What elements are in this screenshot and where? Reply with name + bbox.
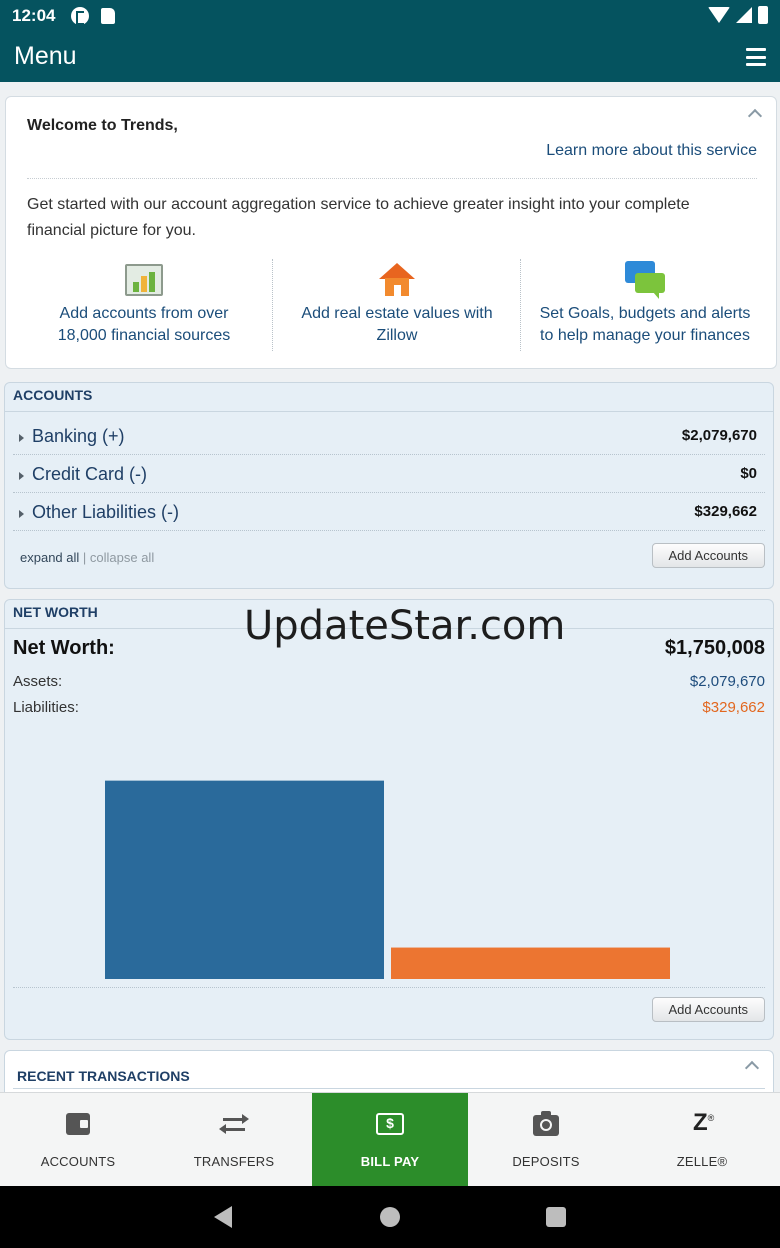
welcome-description: Get started with our account aggregation… [27,196,690,239]
feature-line: Add accounts from over [59,305,229,322]
system-nav-bar [0,1186,780,1248]
account-amount: $0 [740,465,757,482]
transfer-icon [219,1113,249,1135]
add-accounts-button[interactable]: Add Accounts [651,997,765,1022]
account-amount: $329,662 [694,503,757,520]
nav-label: TRANSFERS [193,1154,275,1169]
welcome-card: Welcome to Trends, Learn more about this… [5,96,777,369]
feature-line: Set Goals, budgets and alerts [539,305,751,322]
expand-collapse-links: expand all | collapse all [20,550,154,565]
divider [27,178,757,179]
account-label: Other Liabilities (-) [32,502,180,522]
recents-icon[interactable] [546,1207,566,1227]
feature-line: Zillow [376,327,418,344]
expand-arrow-icon [19,472,24,480]
collapse-all-link[interactable]: collapse all [90,550,154,565]
wallet-icon [66,1113,90,1135]
accounts-header: ACCOUNTS [5,383,773,412]
expand-arrow-icon [19,510,24,518]
nav-label: ZELLE® [676,1154,728,1169]
feature-zillow[interactable]: Add real estate values with Zillow [273,259,521,351]
chart-icon [125,264,163,296]
watermark-text: UpdateStar.com [244,603,566,649]
house-icon [379,263,415,297]
link-separator: | [79,550,90,565]
recent-transactions-title: RECENT TRANSACTIONS [17,1068,190,1084]
back-icon[interactable] [214,1206,232,1228]
app-header: Menu [0,34,780,82]
home-icon[interactable] [380,1207,400,1227]
account-row-credit-card[interactable]: Credit Card (-) $0 [13,455,765,493]
account-row-other-liabilities[interactable]: Other Liabilities (-) $329,662 [13,493,765,531]
liabilities-value: $329,662 [702,699,765,716]
welcome-title: Welcome to Trends, [27,117,178,134]
account-label: Banking (+) [32,426,125,446]
feature-add-accounts[interactable]: Add accounts from over 18,000 financial … [18,259,270,351]
nav-transfers[interactable]: TRANSFERS [156,1093,312,1186]
chevron-up-icon[interactable] [745,1059,759,1073]
status-time: 12:04 [12,6,56,25]
account-amount: $2,079,670 [681,427,757,444]
battery-icon [758,6,768,24]
bill-pay-icon: $ [376,1113,404,1135]
divider [13,1088,765,1089]
bar-liabilities [391,947,670,979]
add-accounts-button[interactable]: Add Accounts [651,543,765,568]
header-title[interactable]: Menu [14,42,77,71]
net-worth-title: NET WORTH [13,604,98,620]
net-worth-value: $1,750,008 [664,637,765,659]
assets-value: $2,079,670 [689,673,765,690]
expand-all-link[interactable]: expand all [20,550,79,565]
learn-more-link[interactable]: Learn more about this service [546,142,757,160]
nav-accounts[interactable]: ACCOUNTS [0,1093,156,1186]
feature-line: to help manage your finances [540,327,750,344]
net-worth-bar-chart [105,780,670,979]
nav-deposits[interactable]: DEPOSITS [468,1093,624,1186]
camera-icon [533,1111,559,1136]
notification-p-icon [71,7,89,25]
net-worth-label: Net Worth: [13,637,115,659]
wifi-icon [708,7,730,23]
bar-assets [105,780,384,979]
expand-arrow-icon [19,434,24,442]
divider [13,987,765,988]
feature-line: 18,000 financial sources [57,327,231,344]
status-bar: 12:04 [0,0,780,34]
feature-goals[interactable]: Set Goals, budgets and alerts to help ma… [521,259,769,351]
liabilities-label: Liabilities: [13,699,79,716]
sd-card-icon [101,8,115,24]
chat-icon [625,261,665,299]
account-label: Credit Card (-) [32,464,148,484]
hamburger-menu-icon[interactable] [746,46,766,68]
nav-zelle[interactable]: Z® ZELLE® [624,1093,780,1186]
nav-label: DEPOSITS [512,1154,580,1169]
signal-icon [736,7,752,23]
zelle-icon: Z® [693,1109,715,1136]
nav-label: BILL PAY [360,1154,420,1169]
nav-bill-pay[interactable]: $ BILL PAY [312,1093,468,1186]
accounts-title: ACCOUNTS [13,387,93,403]
chevron-up-icon[interactable] [748,107,762,121]
net-worth-panel: NET WORTH Net Worth: $1,750,008 Assets: … [4,599,774,1040]
status-icons [708,6,768,24]
accounts-panel: ACCOUNTS Banking (+) $2,079,670 Credit C… [4,382,774,589]
feature-line: Add real estate values with [301,305,493,322]
bottom-nav: ACCOUNTS TRANSFERS $ BILL PAY DEPOSITS Z… [0,1092,780,1186]
nav-label: ACCOUNTS [40,1154,116,1169]
assets-label: Assets: [13,673,63,690]
account-row-banking[interactable]: Banking (+) $2,079,670 [13,417,765,455]
